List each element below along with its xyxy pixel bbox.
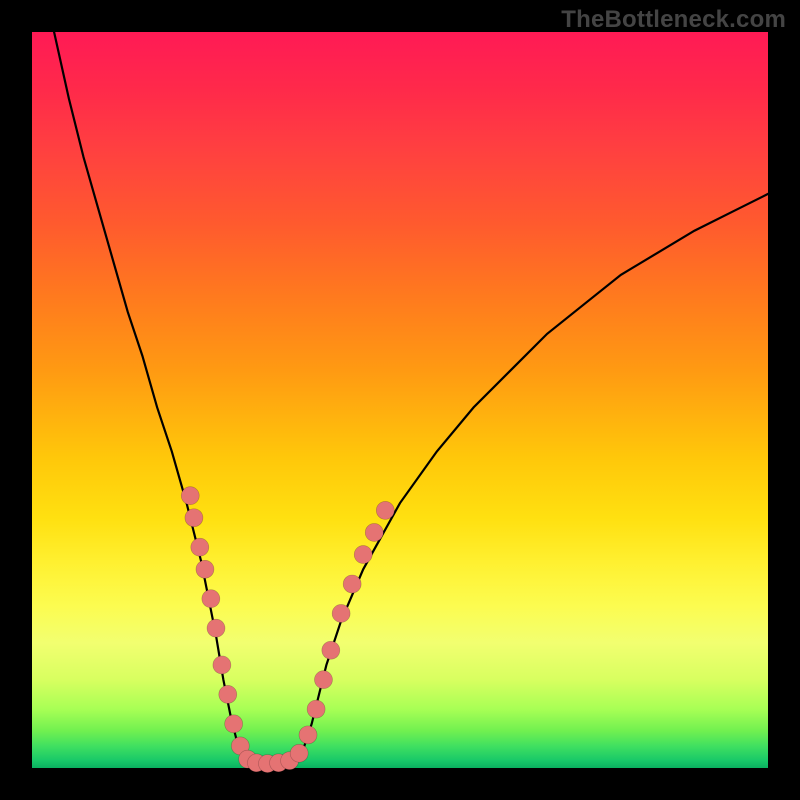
marker-dot xyxy=(343,575,361,593)
marker-dot xyxy=(314,671,332,689)
marker-dot xyxy=(202,590,220,608)
marker-dot xyxy=(191,538,209,556)
marker-dot xyxy=(376,501,394,519)
marker-dot xyxy=(322,641,340,659)
marker-dot xyxy=(225,715,243,733)
marker-dot xyxy=(181,487,199,505)
marker-dot xyxy=(307,700,325,718)
marker-dots xyxy=(181,487,394,773)
plot-area xyxy=(32,32,768,768)
marker-dot xyxy=(354,546,372,564)
marker-dot xyxy=(185,509,203,527)
marker-dot xyxy=(207,619,225,637)
marker-dot xyxy=(299,726,317,744)
curve-left-branch xyxy=(54,32,245,761)
chart-svg xyxy=(32,32,768,768)
marker-dot xyxy=(219,685,237,703)
watermark-text: TheBottleneck.com xyxy=(561,6,786,34)
marker-dot xyxy=(332,604,350,622)
marker-dot xyxy=(213,656,231,674)
marker-dot xyxy=(196,560,214,578)
curve-right-branch xyxy=(297,194,768,761)
marker-dot xyxy=(365,523,383,541)
chart-frame: TheBottleneck.com xyxy=(0,0,800,800)
marker-dot xyxy=(290,744,308,762)
